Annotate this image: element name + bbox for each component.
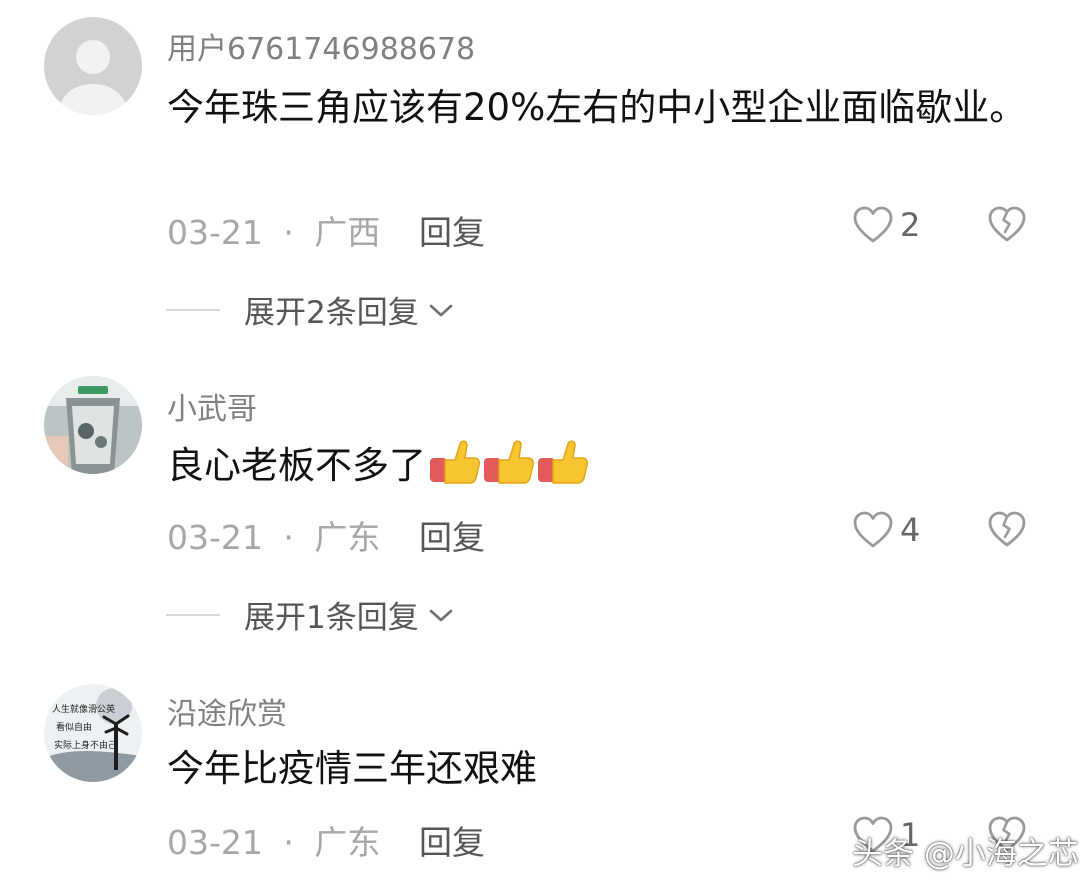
dislike-button[interactable] — [987, 205, 1027, 249]
user-avatar[interactable] — [44, 376, 142, 474]
expand-replies-button[interactable]: 展开2条回复 — [166, 287, 455, 332]
watermark: 头条 @小海之芯 — [852, 836, 1079, 872]
comment-date: 03-21 — [167, 213, 263, 252]
meta-separator: · — [283, 518, 294, 557]
photo-avatar-icon — [44, 376, 142, 474]
meta-separator: · — [283, 213, 294, 252]
photo-avatar-icon: 人生就像滑公英 看似自由 实际上身不由己 — [44, 684, 142, 782]
comment-text: 今年珠三角应该有20%左右的中小型企业面临歇业。 — [167, 86, 1027, 129]
comment-location: 广东 — [314, 518, 381, 557]
like-count: 4 — [900, 511, 921, 549]
user-avatar[interactable] — [44, 17, 142, 115]
comment-text: 今年比疫情三年还艰难 — [167, 747, 537, 790]
avatar-text-line: 看似自由 — [56, 721, 92, 733]
comment-text: 良心老板不多了 — [167, 444, 426, 487]
user-avatar[interactable]: 人生就像滑公英 看似自由 实际上身不由己 — [44, 684, 142, 782]
default-user-avatar-icon — [44, 17, 142, 115]
comment-username[interactable]: 沿途欣赏 — [167, 689, 287, 733]
broken-heart-icon — [988, 511, 1026, 547]
comment-meta: 03-21 · 广东 — [167, 511, 380, 559]
expand-replies-label: 展开1条回复 — [244, 600, 419, 636]
avatar-text-line: 人生就像滑公英 — [52, 703, 115, 715]
divider-line — [166, 613, 220, 616]
comment-date: 03-21 — [167, 823, 263, 862]
avatar-text-line: 实际上身不由己 — [54, 739, 117, 751]
divider-line — [166, 308, 220, 311]
comment-username[interactable]: 小武哥 — [167, 384, 257, 428]
heart-icon — [853, 511, 893, 548]
heart-icon — [853, 206, 893, 243]
like-button[interactable]: 2 — [852, 205, 920, 245]
broken-heart-icon — [988, 206, 1026, 242]
like-button[interactable]: 4 — [852, 510, 920, 550]
comment-location: 广西 — [314, 213, 381, 252]
chevron-down-icon — [429, 609, 453, 621]
comment-location: 广东 — [314, 823, 381, 862]
meta-separator: · — [283, 823, 294, 862]
reply-button[interactable]: 回复 — [419, 816, 485, 864]
dislike-button[interactable] — [987, 510, 1027, 554]
thumbs-up-icon — [430, 440, 588, 484]
like-count: 2 — [900, 206, 921, 244]
comment-date: 03-21 — [167, 518, 263, 557]
reply-button[interactable]: 回复 — [419, 206, 485, 254]
chevron-down-icon — [429, 304, 453, 316]
comment-list: 用户6761746988678 今年珠三角应该有20%左右的中小型企业面临歇业。… — [0, 0, 1080, 887]
comment-meta: 03-21 · 广西 — [167, 206, 380, 254]
reply-button[interactable]: 回复 — [419, 511, 485, 559]
comment-username[interactable]: 用户6761746988678 — [167, 24, 475, 68]
comment-meta: 03-21 · 广东 — [167, 816, 380, 864]
thumbs-up-emoji-group — [426, 436, 588, 502]
expand-replies-label: 展开2条回复 — [244, 295, 419, 331]
comment-body: 良心老板不多了 — [167, 436, 1047, 502]
expand-replies-button[interactable]: 展开1条回复 — [166, 592, 455, 637]
